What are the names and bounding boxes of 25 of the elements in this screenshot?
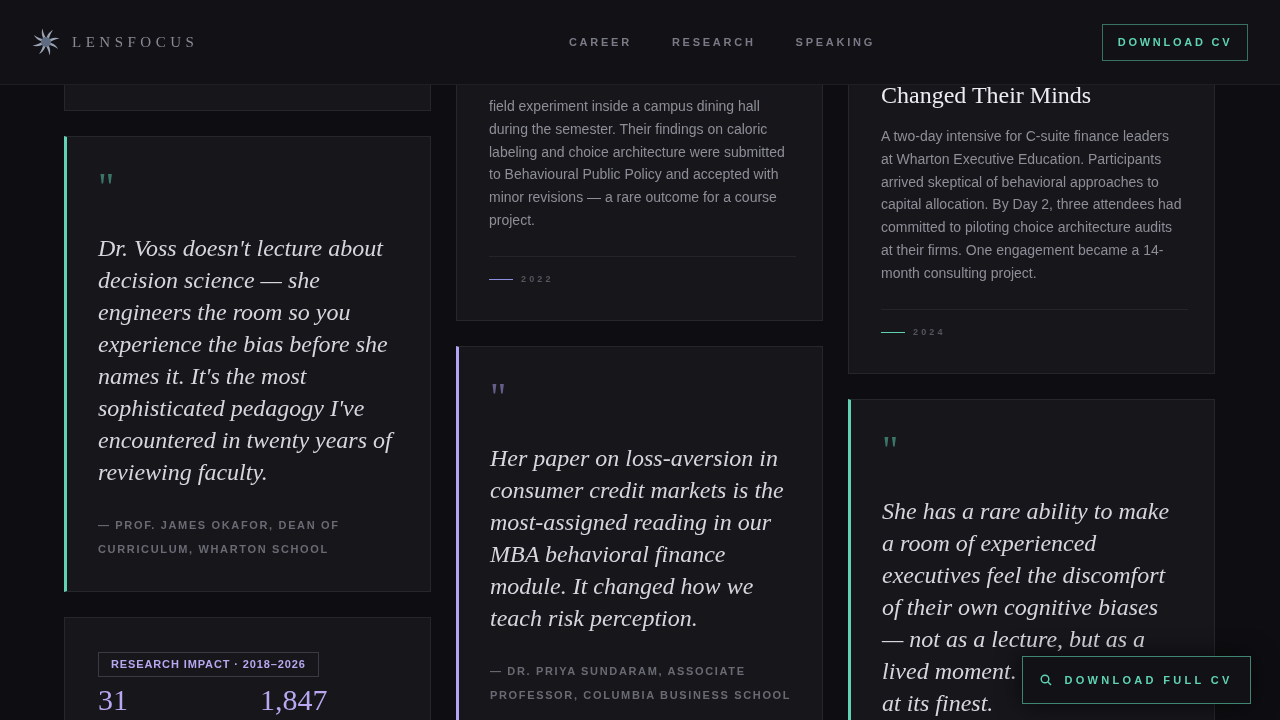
nav-link[interactable]: SPEAKING — [795, 33, 876, 51]
attribution: — DR. PRIYA SUNDARAM, ASSOCIATE PROFESSOR, COLUMBIA BUSINESS SCHOOL — [490, 664, 792, 704]
badge: RESEARCH IMPACT · 2018–2026 — [98, 652, 319, 677]
stat-value: 1,847 — [260, 683, 328, 717]
stat-value: 31 — [98, 683, 128, 717]
quote-text: Dr. Voss doesn't lecture about decision science — she engineers the room so you experience the bias before she names it. It's the most sophisticated pedagogy I've encountered in twenty years of reviewing faculty. — [98, 232, 400, 488]
year-label: 2022 — [521, 272, 554, 286]
quote-mark: " — [882, 430, 900, 471]
attribution: — PROF. JAMES OKAFOR, DEAN OF CURRICULUM, WHARTON SCHOOL — [98, 518, 341, 557]
download-cv-button[interactable]: DOWNLOAD CV — [1102, 23, 1248, 61]
quote-text: at its finest. — [882, 689, 994, 719]
nav-link[interactable]: CAREER — [568, 33, 632, 51]
nav-link[interactable]: RESEARCH — [671, 33, 756, 51]
quote-mark: " — [490, 377, 508, 418]
quote-mark: " — [98, 167, 116, 207]
search-icon — [1040, 674, 1053, 686]
download-full-cv-button[interactable]: DOWNLOAD FULL CV — [1022, 656, 1251, 704]
card-title: Changed Their Minds — [881, 81, 1093, 110]
card-description: A two-day intensive for C-suite finance leaders at Wharton Executive Education. Participants arrived skeptical of behavioral approaches to capital allocation. By Day 2, three attendees had committed to piloting choice architecture audits at their firms. One engagement became a 14-month consulting project. — [881, 127, 1183, 283]
quote-text: lived moment. — [882, 657, 1017, 687]
card-description: field experiment inside a campus dining hall during the semester. Their findings on caloric labeling and choice architecture were submitted to Behavioural Public Policy and accepted with minor revisions — a rare outcome for a course project. — [489, 97, 786, 230]
year-label: 2024 — [913, 325, 946, 339]
quote-text: Her paper on loss-aversion in consumer credit markets is the most-assigned reading in our MBA behavioral finance module. It changed how we teach risk perception. — [490, 444, 785, 634]
logo-text: LENSFOCUS — [72, 32, 199, 52]
swirl-logo-icon — [32, 28, 60, 56]
